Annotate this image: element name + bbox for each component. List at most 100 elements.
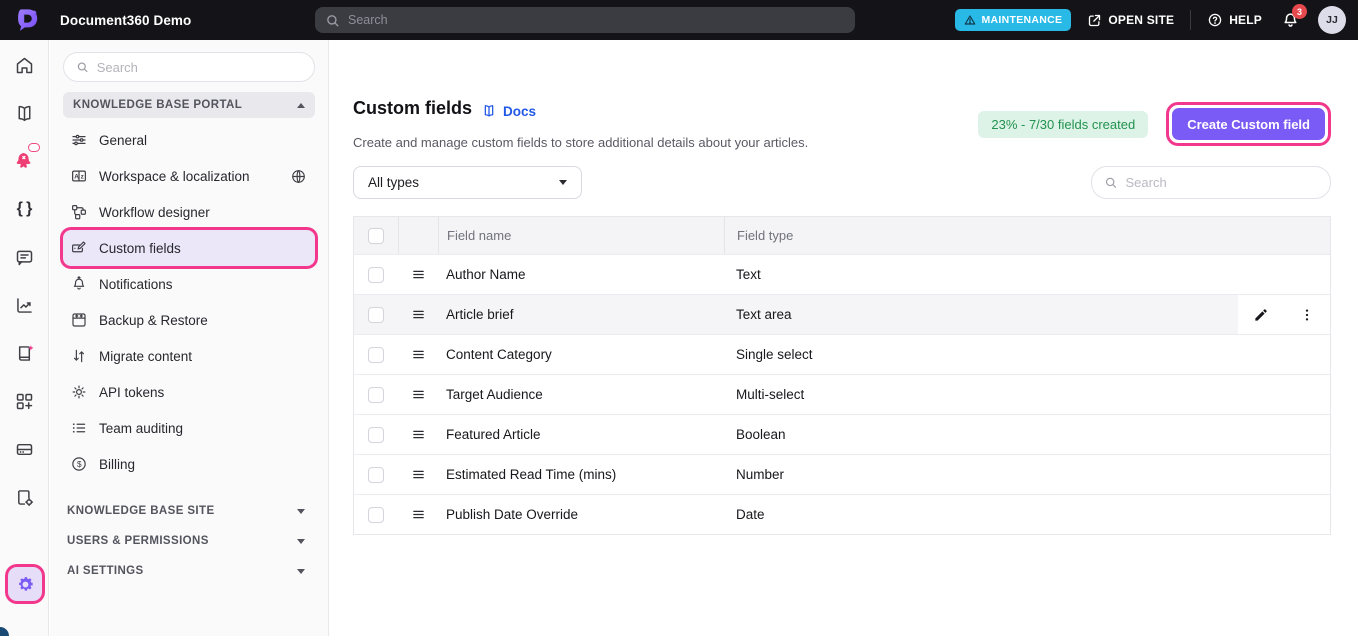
row-checkbox[interactable]	[368, 467, 384, 483]
select-all-checkbox[interactable]	[368, 228, 384, 244]
notifications-bell[interactable]: 3	[1278, 8, 1302, 32]
row-checkbox[interactable]	[368, 267, 384, 283]
field-name-cell: Content Category	[438, 335, 724, 374]
table-row[interactable]: Estimated Read Time (mins) Number	[354, 454, 1330, 494]
row-actions	[1238, 295, 1330, 334]
table-search-input[interactable]	[1126, 175, 1319, 190]
rail-item-analytics[interactable]	[0, 293, 49, 317]
settings-sidebar: KNOWLEDGE BASE PORTAL General Az Workspa…	[50, 40, 329, 636]
help-circle-icon	[1207, 12, 1223, 28]
table-row[interactable]: Target Audience Multi-select	[354, 374, 1330, 414]
row-checkbox[interactable]	[368, 347, 384, 363]
rail-item-knowledge-base[interactable]	[0, 101, 49, 125]
table-row[interactable]: Publish Date Override Date	[354, 494, 1330, 534]
drag-handle-icon[interactable]	[411, 387, 426, 402]
rail-item-home[interactable]	[0, 53, 49, 77]
sidebar-item-billing[interactable]: $ Billing	[63, 446, 315, 482]
help-label: HELP	[1229, 13, 1262, 27]
sidebar-search-input[interactable]	[97, 60, 302, 75]
open-site-link[interactable]: OPEN SITE	[1087, 13, 1174, 28]
sidebar-item-label: Team auditing	[99, 421, 183, 436]
sidebar-item-custom-fields[interactable]: Custom fields	[63, 230, 315, 266]
page-description: Create and manage custom fields to store…	[353, 135, 808, 150]
collapsed-sections: KNOWLEDGE BASE SITE USERS & PERMISSIONS …	[63, 496, 315, 586]
sidebar-item-label: Migrate content	[99, 349, 192, 364]
drag-handle-icon[interactable]	[411, 467, 426, 482]
table-row-hovered[interactable]: Article brief Text area	[354, 294, 1330, 334]
drag-handle-icon[interactable]	[411, 307, 426, 322]
sidebar-item-workflow-designer[interactable]: Workflow designer	[63, 194, 315, 230]
drag-handle-icon[interactable]	[411, 507, 426, 522]
document360-logo-icon[interactable]	[13, 7, 40, 34]
globe-icon[interactable]	[290, 168, 307, 185]
user-avatar[interactable]: JJ	[1318, 6, 1346, 34]
table-search[interactable]	[1091, 166, 1331, 199]
more-options-button[interactable]	[1297, 305, 1317, 325]
table-row[interactable]: Content Category Single select	[354, 334, 1330, 374]
table-row[interactable]: Featured Article Boolean	[354, 414, 1330, 454]
maintenance-badge[interactable]: MAINTENANCE	[955, 9, 1071, 31]
chevron-down-icon	[297, 569, 305, 574]
sidebar-item-team-auditing[interactable]: Team auditing	[63, 410, 315, 446]
drag-column-header	[398, 217, 438, 254]
sidebar-item-label: Workflow designer	[99, 205, 210, 220]
docs-link[interactable]: Docs	[481, 103, 536, 119]
edit-button[interactable]	[1251, 305, 1271, 325]
rail-item-api-docs[interactable]: { }	[0, 197, 49, 221]
field-name-cell: Estimated Read Time (mins)	[438, 455, 724, 494]
row-checkbox[interactable]	[368, 507, 384, 523]
rail-item-settings[interactable]	[8, 567, 42, 601]
table-row[interactable]: Author Name Text	[354, 254, 1330, 294]
row-checkbox[interactable]	[368, 307, 384, 323]
rail-item-drive[interactable]	[0, 437, 49, 461]
row-checkbox[interactable]	[368, 427, 384, 443]
sidebar-item-backup-restore[interactable]: Backup & Restore	[63, 302, 315, 338]
svg-text:$: $	[77, 460, 82, 469]
chevron-down-icon	[297, 539, 305, 544]
kebab-menu-icon	[1299, 307, 1315, 323]
search-icon	[76, 60, 89, 74]
sidebar-item-workspace-localization[interactable]: Az Workspace & localization	[63, 158, 315, 194]
audit-list-icon	[70, 419, 88, 437]
sidebar-item-notifications[interactable]: Notifications	[63, 266, 315, 302]
rail-item-site-settings[interactable]	[0, 485, 49, 509]
section-users-permissions[interactable]: USERS & PERMISSIONS	[63, 526, 315, 556]
global-search-input[interactable]	[348, 13, 845, 27]
section-knowledge-base-portal[interactable]: KNOWLEDGE BASE PORTAL	[63, 92, 315, 118]
field-type-filter-select[interactable]: All types	[353, 166, 582, 199]
workflow-icon	[70, 203, 88, 221]
rail-item-apps[interactable]	[0, 389, 49, 413]
home-icon	[14, 55, 35, 76]
help-link[interactable]: HELP	[1207, 12, 1262, 28]
column-header-field-type: Field type	[724, 217, 1330, 254]
sidebar-item-label: General	[99, 133, 147, 148]
notification-count-badge: 3	[1292, 4, 1307, 19]
section-ai-settings[interactable]: AI SETTINGS	[63, 556, 315, 586]
rail-item-feedback[interactable]	[0, 245, 49, 269]
field-type-cell: Single select	[724, 335, 1330, 374]
svg-text:A: A	[74, 173, 79, 180]
global-search[interactable]	[315, 7, 855, 33]
field-type-cell: Number	[724, 455, 1330, 494]
row-checkbox[interactable]	[368, 387, 384, 403]
apps-plus-icon	[14, 391, 35, 412]
sidebar-item-migrate-content[interactable]: Migrate content	[63, 338, 315, 374]
create-custom-field-button[interactable]: Create Custom field	[1172, 108, 1325, 140]
sidebar-item-general[interactable]: General	[63, 122, 315, 158]
whats-new-count-badge	[28, 143, 40, 152]
comment-icon	[14, 247, 35, 268]
sidebar-item-label: Notifications	[99, 277, 173, 292]
drag-handle-icon[interactable]	[411, 347, 426, 362]
chevron-up-icon	[297, 103, 305, 108]
drive-icon	[14, 439, 35, 460]
drag-handle-icon[interactable]	[411, 427, 426, 442]
drag-handle-icon[interactable]	[411, 267, 426, 282]
rail-item-ai-writer[interactable]	[0, 341, 49, 365]
rail-item-whats-new[interactable]	[0, 148, 49, 172]
section-knowledge-base-site[interactable]: KNOWLEDGE BASE SITE	[63, 496, 315, 526]
sidebar-search[interactable]	[63, 52, 315, 82]
field-type-cell: Date	[724, 495, 1330, 534]
sidebar-item-label: API tokens	[99, 385, 164, 400]
project-title[interactable]: Document360 Demo	[60, 13, 191, 28]
sidebar-item-api-tokens[interactable]: API tokens	[63, 374, 315, 410]
